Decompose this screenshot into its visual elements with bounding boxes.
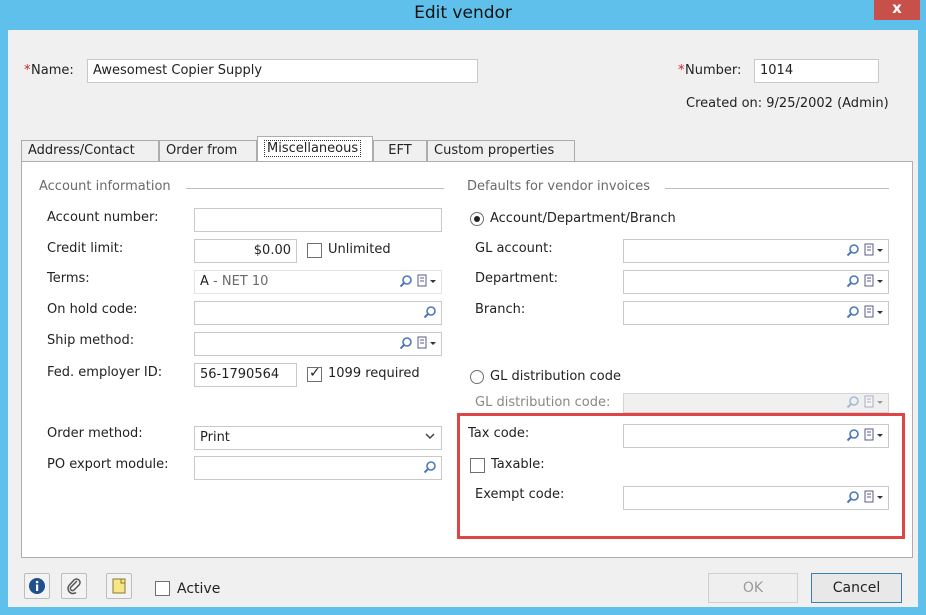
name-field[interactable]: Awesomest Copier Supply <box>87 59 478 83</box>
record-menu-icon[interactable] <box>864 305 884 319</box>
highlight-box <box>457 413 905 539</box>
terms-code: A <box>200 274 209 289</box>
gl-distribution-code-field[interactable] <box>623 393 889 413</box>
account-number-label: Account number: <box>47 210 159 225</box>
active-checkbox[interactable] <box>155 581 170 596</box>
attachment-button[interactable] <box>61 573 87 599</box>
info-button[interactable] <box>24 573 50 599</box>
ship-method-label: Ship method: <box>47 333 135 348</box>
fed-employer-id-label: Fed. employer ID: <box>47 365 163 380</box>
group-divider <box>186 188 444 189</box>
on-hold-code-field[interactable] <box>194 301 442 325</box>
terms-field[interactable]: A - NET 10 <box>194 270 442 294</box>
gl-distribution-code-label: GL distribution code: <box>475 395 611 410</box>
active-label: Active <box>177 581 221 597</box>
paperclip-icon <box>67 578 81 595</box>
search-icon[interactable] <box>423 460 437 474</box>
branch-field[interactable] <box>623 301 889 325</box>
name-label: Name: <box>31 63 74 78</box>
department-label: Department: <box>475 271 559 286</box>
1099-required-checkbox[interactable] <box>307 365 322 382</box>
search-icon[interactable] <box>846 305 860 319</box>
order-method-value: Print <box>200 430 230 445</box>
unlimited-checkbox[interactable] <box>307 243 322 258</box>
tab-eft[interactable]: EFT <box>373 140 427 162</box>
account-department-branch-label: Account/Department/Branch <box>490 211 676 226</box>
record-menu-icon[interactable] <box>864 243 884 257</box>
credit-limit-field[interactable]: $0.00 <box>194 239 297 263</box>
number-value: 1014 <box>760 63 794 78</box>
cancel-button[interactable]: Cancel <box>811 573 902 603</box>
record-menu-icon[interactable] <box>864 274 884 288</box>
record-menu-icon[interactable] <box>417 274 437 288</box>
defaults-header: Defaults for vendor invoices <box>467 179 651 194</box>
search-icon[interactable] <box>846 243 860 257</box>
note-icon <box>112 578 126 594</box>
number-field[interactable]: 1014 <box>754 59 879 83</box>
chevron-down-icon <box>425 433 435 440</box>
miscellaneous-panel: Account information Account number: Cred… <box>21 161 913 558</box>
gl-account-label: GL account: <box>475 241 553 256</box>
number-label: Number: <box>685 63 742 78</box>
edit-vendor-window: Edit vendor x * Name: Awesomest Copier S… <box>0 0 926 615</box>
order-method-select[interactable]: Print <box>194 426 442 450</box>
title-bar[interactable]: Edit vendor x <box>0 0 926 30</box>
gl-distribution-code-radio[interactable] <box>470 370 484 384</box>
number-required-marker: * <box>678 63 685 78</box>
terms-icons <box>399 274 437 288</box>
search-icon[interactable] <box>846 274 860 288</box>
gl-distribution-code-radio-label: GL distribution code <box>490 369 622 384</box>
po-export-module-field[interactable] <box>194 456 442 480</box>
group-divider <box>665 188 889 189</box>
search-icon <box>846 396 859 409</box>
search-icon[interactable] <box>399 336 413 350</box>
terms-description: - NET 10 <box>208 274 269 289</box>
unlimited-label: Unlimited <box>328 242 391 257</box>
1099-required-label: 1099 required <box>328 366 420 381</box>
on-hold-code-label: On hold code: <box>47 302 138 317</box>
account-department-branch-radio[interactable] <box>470 212 484 226</box>
order-method-label: Order method: <box>47 426 143 441</box>
po-export-module-label: PO export module: <box>47 457 169 472</box>
account-number-field[interactable] <box>194 208 442 232</box>
tab-miscellaneous[interactable]: Miscellaneous <box>257 136 373 163</box>
tab-order-from[interactable]: Order from <box>159 140 257 162</box>
record-menu-icon <box>864 395 883 408</box>
window-title: Edit vendor <box>414 3 512 23</box>
ship-method-field[interactable] <box>194 332 442 356</box>
close-button[interactable]: x <box>874 0 920 20</box>
ok-button[interactable]: OK <box>708 573 798 603</box>
created-on-text: Created on: 9/25/2002 (Admin) <box>686 96 889 111</box>
credit-limit-label: Credit limit: <box>47 241 124 256</box>
search-icon[interactable] <box>423 305 437 319</box>
department-field[interactable] <box>623 270 889 294</box>
branch-label: Branch: <box>475 302 526 317</box>
info-icon <box>29 578 45 594</box>
record-menu-icon[interactable] <box>417 336 437 350</box>
terms-label: Terms: <box>47 271 90 286</box>
gl-account-field[interactable] <box>623 239 889 263</box>
tab-address-contact[interactable]: Address/Contact <box>21 140 159 162</box>
notes-button[interactable] <box>106 573 132 599</box>
fed-employer-id-field[interactable]: 56-1790564 <box>194 363 297 387</box>
search-icon[interactable] <box>399 274 413 288</box>
dialog-body: * Name: Awesomest Copier Supply * Number… <box>8 30 918 607</box>
account-information-header: Account information <box>39 179 171 194</box>
tab-custom-properties[interactable]: Custom properties <box>427 140 575 162</box>
name-required-marker: * <box>24 63 31 78</box>
name-value: Awesomest Copier Supply <box>93 63 263 78</box>
